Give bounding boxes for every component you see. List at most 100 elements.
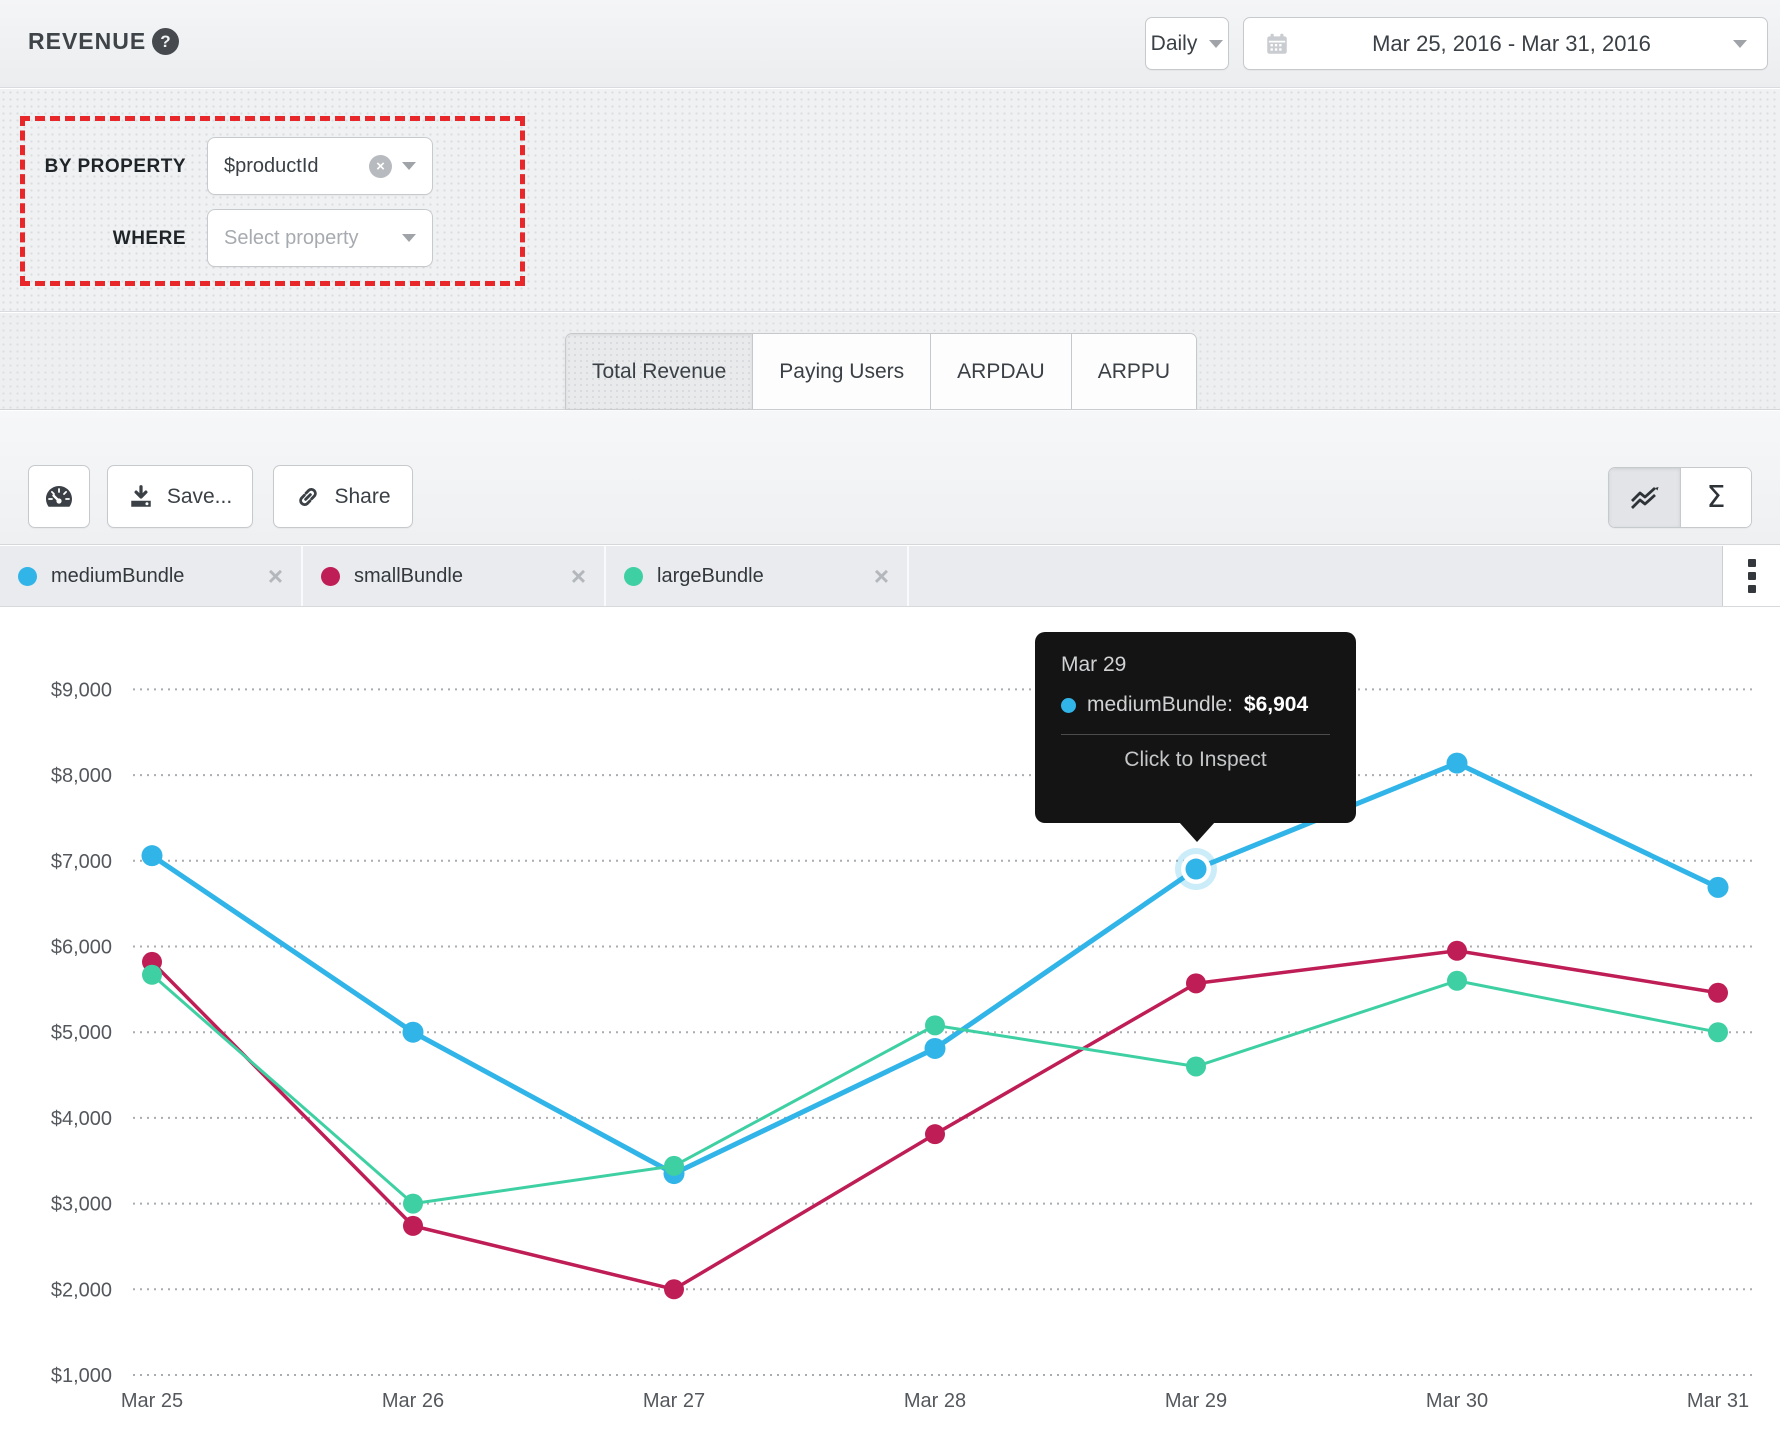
tooltip-series-row: mediumBundle: $6,904 — [1061, 693, 1330, 717]
granularity-dropdown[interactable]: Daily — [1145, 17, 1229, 70]
link-icon — [295, 484, 321, 510]
tab-paying-users[interactable]: Paying Users — [752, 334, 930, 409]
sigma-icon: Σ — [1707, 480, 1726, 515]
data-point-smallBundle-Mar 28[interactable] — [925, 1124, 945, 1144]
data-point-largeBundle-Mar 26[interactable] — [403, 1194, 423, 1214]
legend-filler — [909, 546, 1723, 606]
calendar-icon — [1264, 31, 1290, 57]
tooltip-inspect-hint: Click to Inspect — [1061, 748, 1330, 772]
y-axis-tick: $5,000 — [51, 1022, 112, 1044]
data-point-largeBundle-Mar 25[interactable] — [142, 965, 162, 985]
series-line-smallBundle — [152, 951, 1718, 1290]
series-dot-mediumBundle — [1061, 698, 1076, 713]
y-axis-tick: $6,000 — [51, 937, 112, 959]
help-icon[interactable]: ? — [152, 28, 179, 55]
metric-tab-strip: Total Revenue Paying Users ARPDAU ARPPU — [0, 313, 1780, 410]
y-axis-tick: $4,000 — [51, 1108, 112, 1130]
series-line-mediumBundle — [152, 763, 1718, 1174]
chevron-down-icon — [402, 234, 416, 242]
remove-series-icon[interactable]: × — [571, 563, 586, 589]
tab-arppu[interactable]: ARPPU — [1071, 334, 1196, 409]
page-title: REVENUE — [28, 28, 146, 55]
y-axis-tick: $1,000 — [51, 1365, 112, 1387]
y-axis-tick: $2,000 — [51, 1279, 112, 1301]
download-icon — [128, 484, 154, 510]
data-point-mediumBundle-Mar 28[interactable] — [925, 1038, 946, 1059]
series-dot-largeBundle — [624, 567, 643, 586]
chart-tooltip[interactable]: Mar 29 mediumBundle: $6,904 Click to Ins… — [1035, 632, 1356, 823]
remove-series-icon[interactable]: × — [874, 563, 889, 589]
data-point-mediumBundle-Mar 26[interactable] — [403, 1022, 424, 1043]
data-point-smallBundle-Mar 29[interactable] — [1186, 973, 1206, 993]
x-axis-tick: Mar 31 — [1687, 1390, 1749, 1412]
data-point-mediumBundle-Mar 31[interactable] — [1708, 877, 1729, 898]
tooltip-divider — [1061, 734, 1330, 735]
chevron-down-icon — [1733, 40, 1747, 48]
revenue-line-chart: $1,000$2,000$3,000$4,000$5,000$6,000$7,0… — [0, 607, 1780, 1434]
dashboard-button[interactable] — [28, 465, 90, 528]
chevron-down-icon — [402, 162, 416, 170]
data-point-largeBundle-Mar 31[interactable] — [1708, 1022, 1728, 1042]
x-axis-tick: Mar 26 — [382, 1390, 444, 1412]
where-dropdown[interactable]: Select property — [207, 209, 433, 267]
metric-tabs: Total Revenue Paying Users ARPDAU ARPPU — [565, 333, 1197, 409]
data-point-mediumBundle-Mar 29[interactable] — [1186, 859, 1207, 880]
legend-chip-smallBundle[interactable]: smallBundle × — [303, 546, 606, 606]
x-axis-tick: Mar 30 — [1426, 1390, 1488, 1412]
where-placeholder: Select property — [224, 227, 392, 250]
tooltip-series-name: mediumBundle: — [1087, 693, 1233, 717]
series-dot-smallBundle — [321, 567, 340, 586]
top-bar: REVENUE ? Daily Mar 25, 2016 - Mar 31, 2… — [0, 0, 1780, 88]
tab-total-revenue[interactable]: Total Revenue — [566, 334, 752, 409]
y-axis-tick: $8,000 — [51, 765, 112, 787]
line-chart-icon — [1628, 484, 1662, 512]
share-label: Share — [334, 485, 390, 509]
legend-label: smallBundle — [354, 565, 557, 588]
chart-canvas: $1,000$2,000$3,000$4,000$5,000$6,000$7,0… — [0, 607, 1780, 1434]
granularity-value: Daily — [1151, 32, 1198, 56]
legend-options-button[interactable] — [1723, 546, 1780, 606]
by-property-value: $productId — [224, 155, 359, 178]
y-axis-tick: $9,000 — [51, 679, 112, 701]
chart-type-toggle: Σ — [1608, 467, 1752, 528]
data-point-mediumBundle-Mar 25[interactable] — [142, 845, 163, 866]
data-point-smallBundle-Mar 27[interactable] — [664, 1279, 684, 1299]
series-dot-mediumBundle — [18, 567, 37, 586]
filter-section: BY PROPERTY $productId × WHERE Select pr… — [0, 89, 1780, 312]
tooltip-value: $6,904 — [1244, 693, 1308, 717]
legend-label: mediumBundle — [51, 565, 254, 588]
line-chart-toggle[interactable] — [1609, 468, 1680, 527]
legend-chip-mediumBundle[interactable]: mediumBundle × — [0, 546, 303, 606]
tooltip-date: Mar 29 — [1061, 653, 1330, 677]
save-button[interactable]: Save... — [107, 465, 253, 528]
data-point-smallBundle-Mar 26[interactable] — [403, 1216, 423, 1236]
gauge-icon — [43, 483, 75, 511]
data-point-largeBundle-Mar 30[interactable] — [1447, 971, 1467, 991]
data-point-largeBundle-Mar 27[interactable] — [664, 1156, 684, 1176]
by-property-dropdown[interactable]: $productId × — [207, 137, 433, 195]
share-button[interactable]: Share — [273, 465, 413, 528]
save-label: Save... — [167, 485, 232, 509]
x-axis-tick: Mar 28 — [904, 1390, 966, 1412]
legend-row: mediumBundle × smallBundle × largeBundle… — [0, 546, 1780, 607]
date-range-value: Mar 25, 2016 - Mar 31, 2016 — [1304, 31, 1719, 57]
x-axis-tick: Mar 25 — [121, 1390, 183, 1412]
remove-series-icon[interactable]: × — [268, 563, 283, 589]
clear-property-icon[interactable]: × — [369, 155, 392, 178]
data-point-largeBundle-Mar 29[interactable] — [1186, 1056, 1206, 1076]
tab-arpdau[interactable]: ARPDAU — [930, 334, 1071, 409]
data-point-largeBundle-Mar 28[interactable] — [925, 1015, 945, 1035]
legend-chip-largeBundle[interactable]: largeBundle × — [606, 546, 909, 606]
x-axis-tick: Mar 29 — [1165, 1390, 1227, 1412]
date-range-picker[interactable]: Mar 25, 2016 - Mar 31, 2016 — [1243, 17, 1768, 70]
chevron-down-icon — [1209, 40, 1223, 48]
legend-label: largeBundle — [657, 565, 860, 588]
x-axis-tick: Mar 27 — [643, 1390, 705, 1412]
chart-toolbar: Save... Share Σ — [0, 411, 1780, 545]
data-point-smallBundle-Mar 31[interactable] — [1708, 983, 1728, 1003]
data-point-smallBundle-Mar 30[interactable] — [1447, 941, 1467, 961]
by-property-label: BY PROPERTY — [36, 156, 186, 178]
sum-view-toggle[interactable]: Σ — [1680, 468, 1751, 527]
y-axis-tick: $7,000 — [51, 851, 112, 873]
data-point-mediumBundle-Mar 30[interactable] — [1447, 753, 1468, 774]
